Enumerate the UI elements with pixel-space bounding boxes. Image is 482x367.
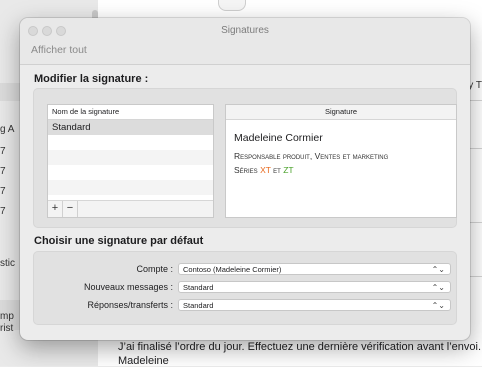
series-and: et — [273, 165, 281, 175]
replies-forwards-row: Réponses/transferts : Standard ⌃⌄ — [34, 299, 456, 313]
series-zt: ZT — [283, 165, 294, 175]
chevron-updown-icon: ⌃⌄ — [431, 265, 445, 274]
signature-editor-header: Signature — [226, 105, 456, 120]
signature-series-line[interactable]: Séries XT et ZT — [234, 165, 294, 175]
sidebar-row[interactable]: 7 — [0, 206, 6, 217]
sidebar-row[interactable]: 7 — [0, 146, 6, 157]
signature-list-header[interactable]: Nom de la signature — [48, 105, 213, 120]
account-label: Compte : — [136, 264, 173, 274]
signature-name-line[interactable]: Madeleine Cormier — [234, 132, 323, 144]
account-value: Contoso (Madeleine Cormier) — [183, 265, 282, 274]
new-messages-row: Nouveaux messages : Standard ⌃⌄ — [34, 281, 456, 295]
sidebar-row[interactable]: rist — [0, 323, 13, 334]
replies-forwards-label: Réponses/transferts : — [87, 300, 173, 310]
list-controls: + − — [48, 200, 213, 217]
sidebar-row[interactable]: 7 — [0, 186, 6, 197]
series-xt: XT — [260, 165, 271, 175]
sidebar-row[interactable]: 7 — [0, 166, 6, 177]
chevron-updown-icon: ⌃⌄ — [431, 301, 445, 310]
series-prefix: Séries — [234, 165, 258, 175]
default-signature-group: Compte : Contoso (Madeleine Cormier) ⌃⌄ … — [33, 251, 457, 325]
remove-signature-button[interactable]: − — [63, 201, 78, 217]
signature-editor[interactable]: Signature Madeleine Cormier Responsable … — [225, 104, 457, 218]
background-edge-text: y T — [468, 80, 482, 91]
empty-row — [48, 165, 213, 180]
signature-role-line[interactable]: Responsable produit, Ventes et marketing — [234, 151, 388, 161]
sidebar-row[interactable]: g A — [0, 124, 14, 135]
new-messages-select[interactable]: Standard ⌃⌄ — [178, 281, 451, 293]
add-signature-button[interactable]: + — [48, 201, 63, 217]
show-all-button[interactable]: Afficher tout — [31, 44, 87, 56]
signature-list: Nom de la signature Standard + − — [47, 104, 214, 218]
replies-forwards-select[interactable]: Standard ⌃⌄ — [178, 299, 451, 311]
empty-row — [48, 180, 213, 195]
account-row: Compte : Contoso (Madeleine Cormier) ⌃⌄ — [34, 263, 456, 277]
signature-list-item[interactable]: Standard — [48, 120, 213, 135]
sidebar-row[interactable]: stic — [0, 258, 15, 269]
default-signature-heading: Choisir une signature par défaut — [34, 235, 204, 247]
edit-signature-heading: Modifier la signature : — [34, 73, 149, 85]
empty-row — [48, 150, 213, 165]
empty-row — [48, 135, 213, 150]
account-select[interactable]: Contoso (Madeleine Cormier) ⌃⌄ — [178, 263, 451, 275]
new-messages-label: Nouveaux messages : — [83, 282, 173, 292]
window-titlebar: Signatures Afficher tout — [20, 18, 470, 65]
sidebar-row[interactable]: mp — [0, 311, 14, 322]
replies-forwards-value: Standard — [183, 301, 214, 310]
signatures-window: Signatures Afficher tout Modifier la sig… — [20, 18, 470, 340]
message-body-line: Madeleine — [118, 355, 169, 367]
toolbar-pill[interactable] — [218, 0, 246, 11]
new-messages-value: Standard — [183, 283, 214, 292]
message-body-line: J’ai finalisé l’ordre du jour. Effectuez… — [118, 341, 481, 353]
window-title: Signatures — [221, 25, 269, 36]
chevron-updown-icon: ⌃⌄ — [431, 283, 445, 292]
edit-signature-group: Nom de la signature Standard + − Signatu… — [33, 88, 457, 228]
